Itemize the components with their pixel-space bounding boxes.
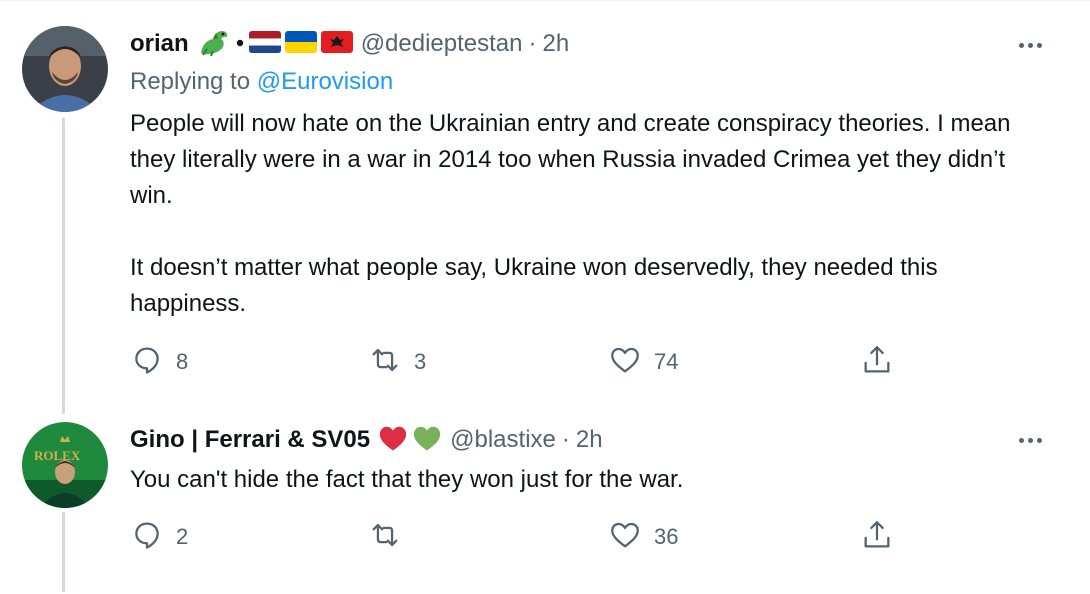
name-emoji-group [197, 27, 353, 62]
tweet-text: You can't hide the fact that they won ju… [130, 462, 1050, 498]
user-handle[interactable]: @blastixe [450, 426, 556, 454]
user-handle[interactable]: @dedieptestan [361, 30, 523, 58]
avatar[interactable] [22, 26, 108, 112]
albania-flag-icon [320, 30, 353, 58]
share-icon [860, 343, 894, 382]
like-icon [608, 343, 642, 382]
more-icon[interactable] [1010, 30, 1050, 60]
display-name[interactable]: orian [130, 30, 189, 58]
like-count: 74 [654, 349, 679, 374]
display-name[interactable]: Gino | Ferrari & SV05 [130, 426, 370, 454]
bullet-icon [235, 35, 245, 53]
tweet-header: Gino | Ferrari & SV05 @blastixe · 2h [130, 423, 1030, 457]
green-heart-emoji-icon [412, 424, 442, 457]
retweet-icon [368, 518, 402, 557]
retweet-count: 3 [414, 349, 427, 374]
avatar[interactable]: ROLEX [22, 422, 108, 508]
ukraine-flag-icon [284, 30, 317, 58]
netherlands-flag-icon [248, 30, 281, 58]
share-button[interactable] [860, 517, 894, 557]
name-emoji-group [378, 424, 442, 457]
like-icon [608, 518, 642, 557]
share-icon [860, 518, 894, 557]
reply-icon [130, 343, 164, 382]
thread-line [62, 118, 65, 414]
separator-dot: · [561, 426, 570, 453]
share-button[interactable] [860, 342, 894, 382]
retweet-icon [368, 343, 402, 382]
reply-button[interactable]: 2 [130, 517, 188, 557]
tweet-actions: 8 3 74 [130, 342, 910, 382]
tweet-header: orian @dedieptestan · 2h [130, 27, 1030, 61]
replying-to-label: Replying to [130, 68, 257, 95]
tweet[interactable]: ROLEX Gino | Ferrari & SV05 @blastixe · … [0, 400, 1090, 594]
tweet-actions: 2 36 [130, 517, 910, 557]
separator-dot: · [528, 30, 537, 57]
reply-count: 8 [176, 349, 189, 374]
like-count: 36 [654, 524, 679, 549]
thread-line [62, 512, 65, 592]
tweet-paragraph: It doesn’t matter what people say, Ukrai… [130, 254, 938, 317]
tweet-paragraph: People will now hate on the Ukrainian en… [130, 110, 1011, 209]
tweet[interactable]: orian @dedieptestan · 2h Replying to @Eu… [0, 0, 1090, 414]
retweet-button[interactable]: 3 [368, 342, 426, 382]
timestamp[interactable]: 2h [576, 426, 603, 454]
replying-to: Replying to @Eurovision [130, 68, 393, 96]
reply-icon [130, 518, 164, 557]
red-heart-emoji-icon [378, 424, 408, 457]
timestamp[interactable]: 2h [543, 30, 570, 58]
tweet-text: People will now hate on the Ukrainian en… [130, 106, 1050, 322]
retweet-button[interactable] [368, 517, 402, 557]
tweet-paragraph: You can't hide the fact that they won ju… [130, 466, 684, 493]
like-button[interactable]: 36 [608, 517, 678, 557]
dragon-emoji-icon [197, 27, 231, 62]
reply-button[interactable]: 8 [130, 342, 188, 382]
mention-link[interactable]: @Eurovision [257, 68, 393, 95]
reply-count: 2 [176, 524, 189, 549]
more-icon[interactable] [1010, 425, 1050, 455]
like-button[interactable]: 74 [608, 342, 678, 382]
svg-text:ROLEX: ROLEX [34, 448, 81, 463]
